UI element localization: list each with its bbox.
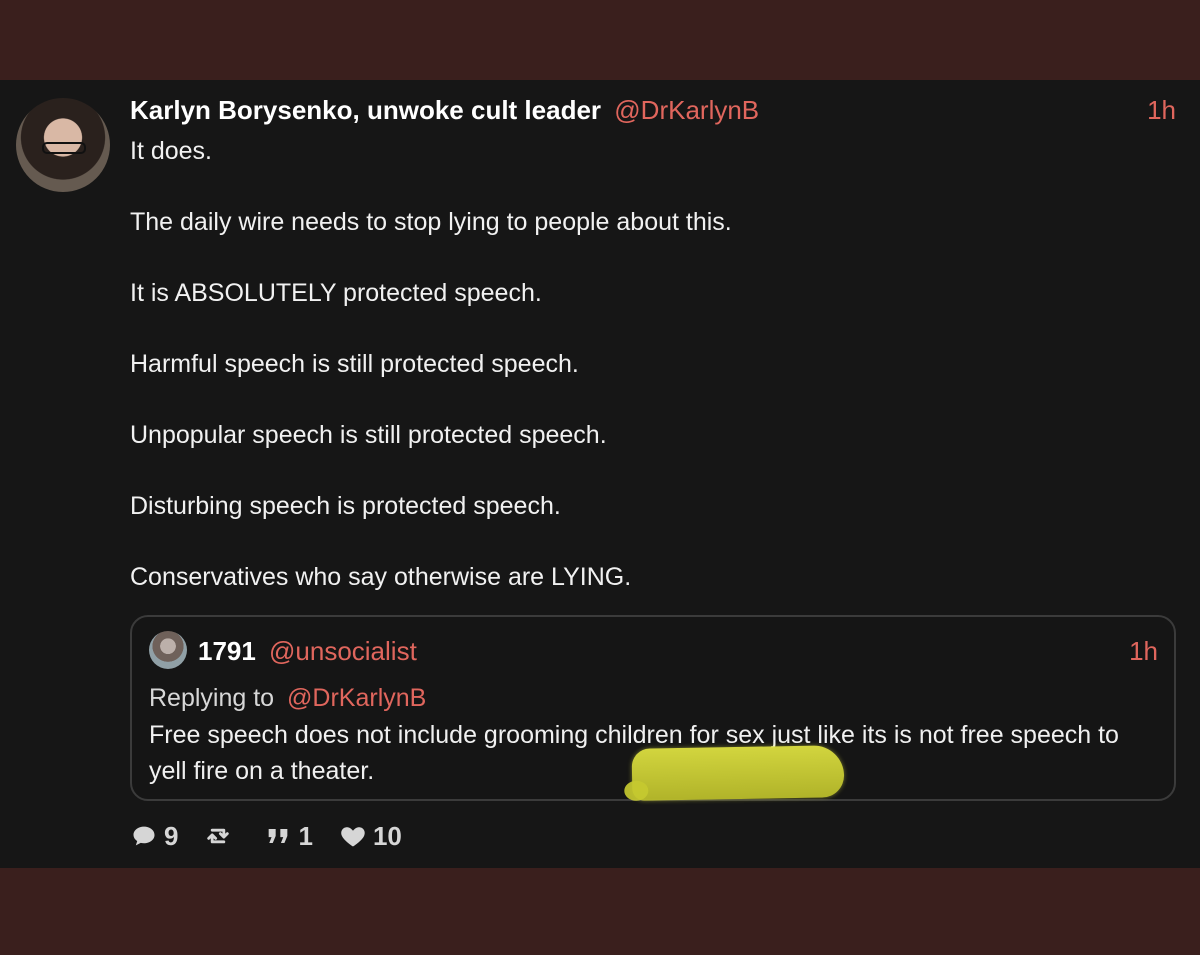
post-paragraph: The daily wire needs to stop lying to pe… [130, 208, 732, 236]
like-action[interactable]: 10 [339, 821, 402, 852]
heart-icon [339, 822, 367, 850]
reply-count: 9 [164, 820, 179, 851]
replying-to-label: Replying to [149, 684, 275, 712]
repost-icon [204, 822, 232, 850]
like-count: 10 [372, 820, 402, 851]
reply-action[interactable]: 9 [130, 821, 178, 852]
post-time[interactable]: 1h [1147, 94, 1176, 126]
highlighter-mark [631, 745, 845, 801]
author-avatar[interactable] [16, 98, 110, 192]
replying-to-line: Replying to @DrKarlynB [149, 683, 426, 714]
post-actions: 9 1 10 [130, 820, 402, 852]
quote-action[interactable]: 1 [264, 820, 313, 852]
post-paragraph: Disturbing speech is protected speech. [130, 492, 561, 520]
quote-icon [264, 822, 292, 850]
quoted-author-avatar[interactable] [149, 631, 187, 669]
quoted-author-handle[interactable]: @unsocialist [269, 635, 417, 667]
post-header: Karlyn Borysenko, unwoke cult leader @Dr… [130, 94, 759, 126]
post-paragraph: Conservatives who say otherwise are LYIN… [130, 563, 632, 591]
quoted-post[interactable]: 1791 @unsocialist 1h Replying to @DrKarl… [130, 615, 1176, 801]
post-paragraph: It is ABSOLUTELY protected speech. [130, 279, 542, 307]
post-card: Karlyn Borysenko, unwoke cult leader @Dr… [0, 80, 1200, 868]
replying-to-handle[interactable]: @DrKarlynB [287, 684, 426, 712]
author-name[interactable]: Karlyn Borysenko, unwoke cult leader [130, 95, 601, 125]
comment-bubble-icon [130, 822, 158, 850]
post-body: It does. The daily wire needs to stop ly… [130, 136, 1160, 593]
quote-count: 1 [298, 820, 313, 851]
reblog-action[interactable] [204, 822, 238, 850]
quoted-author-name[interactable]: 1791 [198, 635, 256, 667]
post-paragraph: Unpopular speech is still protected spee… [130, 421, 607, 449]
quoted-post-time[interactable]: 1h [1129, 635, 1158, 667]
author-handle[interactable]: @DrKarlynB [614, 95, 759, 125]
post-paragraph: Harmful speech is still protected speech… [130, 350, 579, 378]
post-paragraph: It does. [130, 137, 212, 165]
